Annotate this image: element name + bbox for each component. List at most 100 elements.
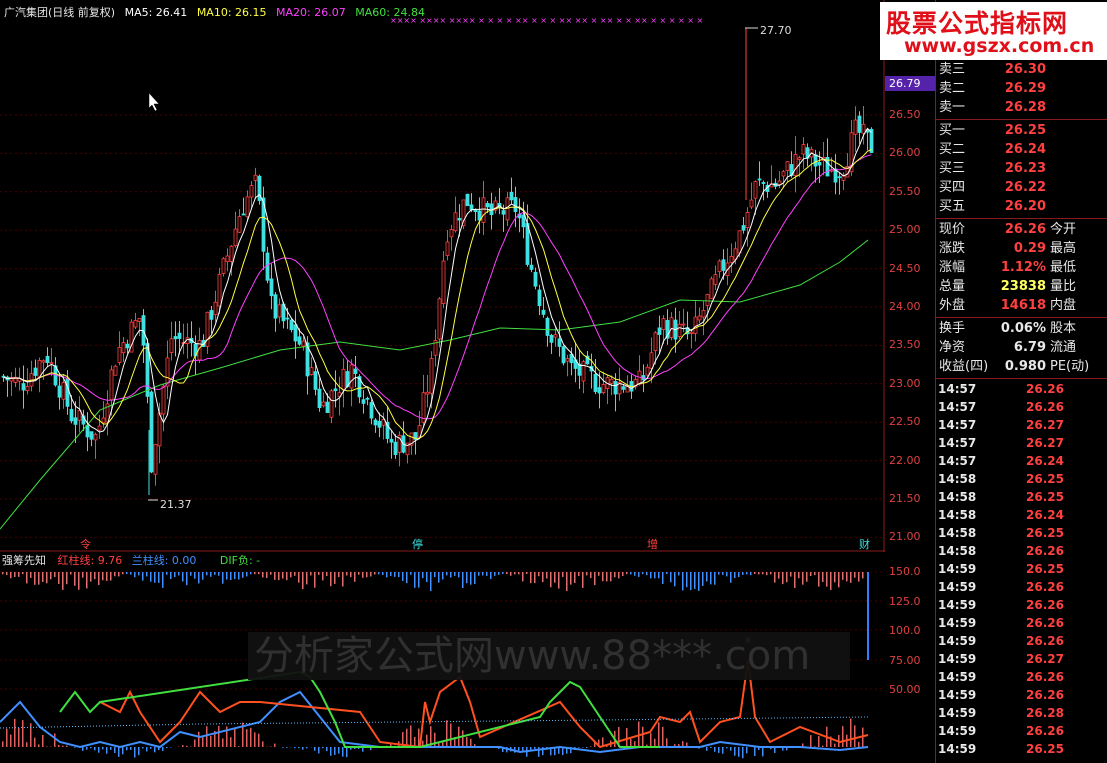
tick-price: 26.26 (1026, 400, 1064, 414)
indicator-top-bars (2, 572, 864, 592)
svg-text:×××× ×××× ×××× × × × × ×× × ×: ×××× ×××× ×××× × × × × ×× × × × ×× ×× × … (390, 16, 703, 25)
quote-right-label: 股本 (1050, 321, 1077, 336)
tick-time: 14:57 (938, 454, 977, 468)
quote-row: 总量 23838 量比 (936, 277, 1107, 296)
quote-label: 外盘 (939, 298, 966, 313)
tick-price: 26.25 (1026, 472, 1064, 486)
indicator-header: 强筹先知 红柱线: 9.76 兰柱线: 0.00 DIF负: - (2, 552, 260, 568)
tick-time: 14:58 (938, 508, 977, 522)
indicator-name: 强筹先知 (2, 554, 46, 567)
current-price-tag: 26.79 (885, 76, 935, 91)
tick-time: 14:58 (938, 544, 977, 558)
tick-price: 26.24 (1026, 454, 1064, 468)
quote-value: 26.26 (1004, 222, 1046, 237)
quote-value: 26.23 (1004, 161, 1046, 176)
watermark: 分析家公式网www.88***.com (248, 632, 850, 680)
indicator-tick-label: 125.0 (889, 594, 921, 608)
divider (936, 119, 1107, 120)
candles (1, 28, 874, 495)
quote-value: 0.980 (1004, 359, 1046, 374)
svg-text:令: 令 (80, 537, 91, 551)
price-tick-label: 21.50 (889, 492, 921, 505)
y-axis: 26.50 26.00 25.50 25.00 24.50 24.00 23.50 23.00… (885, 0, 935, 763)
quote-label: 买四 (939, 180, 966, 195)
quote-row: 买一 26.25 (936, 121, 1107, 140)
quote-label: 现价 (939, 222, 966, 237)
tick-row: 14:59 26.26 (936, 632, 1107, 650)
ma10-label: MA10: 26.15 (196, 6, 267, 19)
tick-row: 14:59 26.26 (936, 596, 1107, 614)
quote-row: 涨跌 0.29 最高 (936, 239, 1107, 258)
quote-row: 买二 26.24 (936, 140, 1107, 159)
ma10-line (3, 149, 872, 440)
tick-row: 14:59 26.26 (936, 722, 1107, 740)
quote-label: 卖三 (939, 62, 966, 77)
price-tick-label: 22.50 (889, 415, 921, 429)
quote-label: 买二 (939, 142, 966, 157)
quote-right-label: 流通 (1050, 340, 1077, 355)
quote-row: 买四 26.22 (936, 178, 1107, 197)
price-tick-label: 24.00 (889, 300, 921, 313)
site-logo: 股票公式指标网 www.gszx.com.cn (880, 2, 1107, 60)
quote-value: 0.29 (1013, 241, 1046, 256)
svg-text:增: 增 (647, 537, 658, 551)
logo-url: www.gszx.com.cn (904, 35, 1095, 57)
tick-time: 14:59 (938, 688, 977, 702)
quote-row: 外盘 14618 内盘 (936, 296, 1107, 315)
tick-row: 14:59 26.26 (936, 578, 1107, 596)
tick-price: 26.26 (1026, 688, 1064, 702)
tick-row: 14:57 26.24 (936, 452, 1107, 470)
svg-text:27.70: 27.70 (760, 24, 792, 37)
tick-price: 26.24 (1026, 508, 1064, 522)
quote-label: 换手 (939, 321, 966, 336)
quote-right-label: 最高 (1050, 241, 1077, 256)
tick-row: 14:59 26.28 (936, 704, 1107, 722)
quote-value: 26.28 (1004, 100, 1046, 115)
quote-value: 26.22 (1004, 180, 1046, 195)
quote-label: 涨跌 (939, 241, 966, 256)
ma5-label: MA5: 26.41 (124, 6, 188, 19)
quote-row: 涨幅 1.12% 最低 (936, 258, 1107, 277)
tick-price: 26.25 (1026, 742, 1064, 756)
ma20-label: MA20: 26.07 (276, 6, 346, 19)
tick-row: 14:59 26.26 (936, 614, 1107, 632)
price-tick-label: 26.00 (889, 146, 921, 160)
quote-value: 6.79 (1013, 340, 1046, 355)
svg-text:停: 停 (412, 537, 423, 551)
quote-value: 26.20 (1004, 199, 1046, 214)
tick-price: 26.25 (1026, 526, 1064, 540)
quote-right-label: PE(动) (1050, 359, 1090, 374)
stock-title: 广汽集团(日线 前复权) (4, 6, 116, 19)
tick-row: 14:58 26.25 (936, 524, 1107, 542)
price-tick-label: 23.00 (889, 376, 921, 390)
tick-time: 14:59 (938, 706, 977, 720)
quote-value: 14618 (1000, 298, 1046, 313)
candlestick-chart[interactable]: ×××× ×××× ×××× × × × × ×× × × × ×× ×× × … (0, 0, 885, 552)
tick-row: 14:58 26.25 (936, 470, 1107, 488)
tick-time: 14:59 (938, 562, 977, 576)
tick-row: 14:59 26.25 (936, 740, 1107, 758)
quote-row: 净资 6.79 流通 (936, 338, 1107, 357)
indicator-bottom-bars (2, 718, 864, 759)
tick-price: 26.26 (1026, 634, 1064, 648)
price-tick-label: 25.00 (889, 223, 921, 237)
tick-row: 14:59 26.26 (936, 668, 1107, 686)
tick-price: 26.26 (1026, 580, 1064, 594)
quote-value: 26.25 (1004, 123, 1046, 138)
tick-price: 26.25 (1026, 562, 1064, 576)
quote-label: 净资 (939, 340, 966, 355)
divider (936, 378, 1107, 379)
tick-time: 14:57 (938, 436, 977, 450)
price-tick-label: 24.50 (889, 261, 921, 275)
tick-time: 14:59 (938, 742, 977, 756)
tick-time: 14:57 (938, 400, 977, 414)
ma20-line (3, 154, 872, 420)
low-annotation: 21.37 (148, 498, 192, 511)
quote-row: 买三 26.23 (936, 159, 1107, 178)
tick-row: 14:57 26.26 (936, 398, 1107, 416)
quote-row: 卖二 26.29 (936, 79, 1107, 98)
quote-right-label: 今开 (1050, 222, 1077, 237)
svg-text:21.37: 21.37 (160, 498, 192, 511)
tick-time: 14:57 (938, 382, 977, 396)
tick-time: 14:58 (938, 490, 977, 504)
